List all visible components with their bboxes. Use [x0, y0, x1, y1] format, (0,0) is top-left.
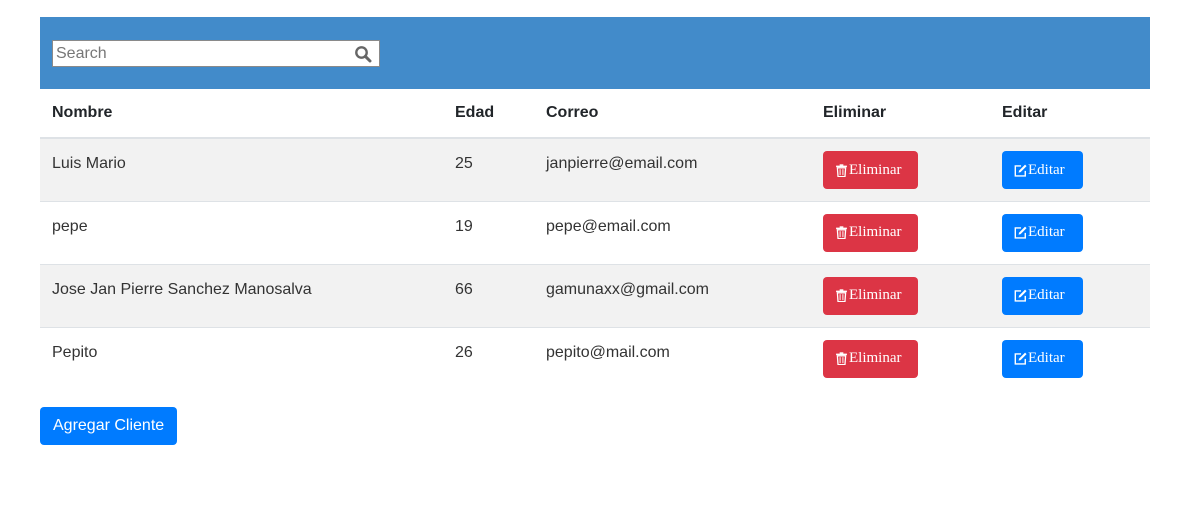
cell-edad: 25	[443, 138, 534, 201]
edit-icon	[1014, 289, 1027, 302]
cell-correo: gamunaxx@gmail.com	[534, 263, 811, 327]
cell-nombre: pepe	[40, 200, 443, 264]
header-editar: Editar	[990, 89, 1150, 139]
delete-button[interactable]: Eliminar	[823, 151, 918, 189]
cell-editar: Editar	[990, 200, 1150, 264]
header-eliminar: Eliminar	[811, 89, 990, 139]
cell-correo: pepito@mail.com	[534, 326, 811, 390]
edit-icon	[1014, 226, 1027, 239]
cell-correo: janpierre@email.com	[534, 138, 811, 201]
delete-button[interactable]: Eliminar	[823, 213, 918, 252]
cell-eliminar: Eliminar	[811, 200, 990, 264]
search-input[interactable]	[53, 41, 346, 66]
edit-icon	[1014, 352, 1027, 365]
header-edad: Edad	[443, 89, 534, 139]
cell-nombre: Luis Mario	[40, 138, 443, 201]
cell-editar: Editar	[990, 138, 1150, 201]
cell-nombre: Jose Jan Pierre Sanchez Manosalva	[40, 263, 443, 327]
cell-nombre: Pepito	[40, 326, 443, 390]
cell-editar: Editar	[990, 263, 1150, 327]
trash-icon	[836, 289, 847, 302]
delete-button[interactable]: Eliminar	[823, 339, 918, 378]
delete-button[interactable]: Eliminar	[823, 276, 918, 315]
trash-icon	[836, 352, 847, 365]
delete-button-label: Eliminar	[849, 287, 902, 303]
edit-button-label: Editar	[1028, 287, 1065, 303]
edit-button[interactable]: Editar	[1002, 276, 1083, 315]
search-icon[interactable]	[354, 45, 372, 63]
cell-editar: Editar	[990, 326, 1150, 390]
cell-edad: 66	[443, 263, 534, 327]
search-box[interactable]	[52, 40, 380, 67]
header-correo: Correo	[534, 89, 811, 139]
delete-button-label: Eliminar	[849, 350, 902, 366]
page-container: Nombre Edad Correo Eliminar Editar Luis …	[40, 17, 1150, 445]
edit-button[interactable]: Editar	[1002, 213, 1083, 252]
table-row: pepe 19 pepe@email.com Eliminar Editar	[40, 200, 1150, 264]
cell-eliminar: Eliminar	[811, 138, 990, 201]
delete-button-label: Eliminar	[849, 161, 902, 178]
cell-eliminar: Eliminar	[811, 326, 990, 390]
trash-icon	[836, 226, 847, 239]
edit-button-label: Editar	[1028, 224, 1065, 240]
cell-correo: pepe@email.com	[534, 200, 811, 264]
table-row: Jose Jan Pierre Sanchez Manosalva 66 gam…	[40, 263, 1150, 327]
edit-button-label: Editar	[1028, 161, 1065, 178]
clients-table: Nombre Edad Correo Eliminar Editar Luis …	[40, 89, 1150, 390]
search-bar	[40, 17, 1150, 89]
edit-button[interactable]: Editar	[1002, 151, 1083, 189]
edit-button[interactable]: Editar	[1002, 339, 1083, 378]
add-client-button[interactable]: Agregar Cliente	[40, 407, 178, 445]
cell-edad: 19	[443, 200, 534, 264]
table-header-row: Nombre Edad Correo Eliminar Editar	[40, 89, 1150, 139]
edit-button-label: Editar	[1028, 350, 1065, 366]
delete-button-label: Eliminar	[849, 224, 902, 240]
cell-edad: 26	[443, 326, 534, 390]
edit-icon	[1014, 164, 1027, 177]
cell-eliminar: Eliminar	[811, 263, 990, 327]
table-row: Pepito 26 pepito@mail.com Eliminar Edita…	[40, 326, 1150, 390]
table-row: Luis Mario 25 janpierre@email.com Elimin…	[40, 138, 1150, 201]
header-nombre: Nombre	[40, 89, 443, 139]
trash-icon	[836, 163, 847, 177]
